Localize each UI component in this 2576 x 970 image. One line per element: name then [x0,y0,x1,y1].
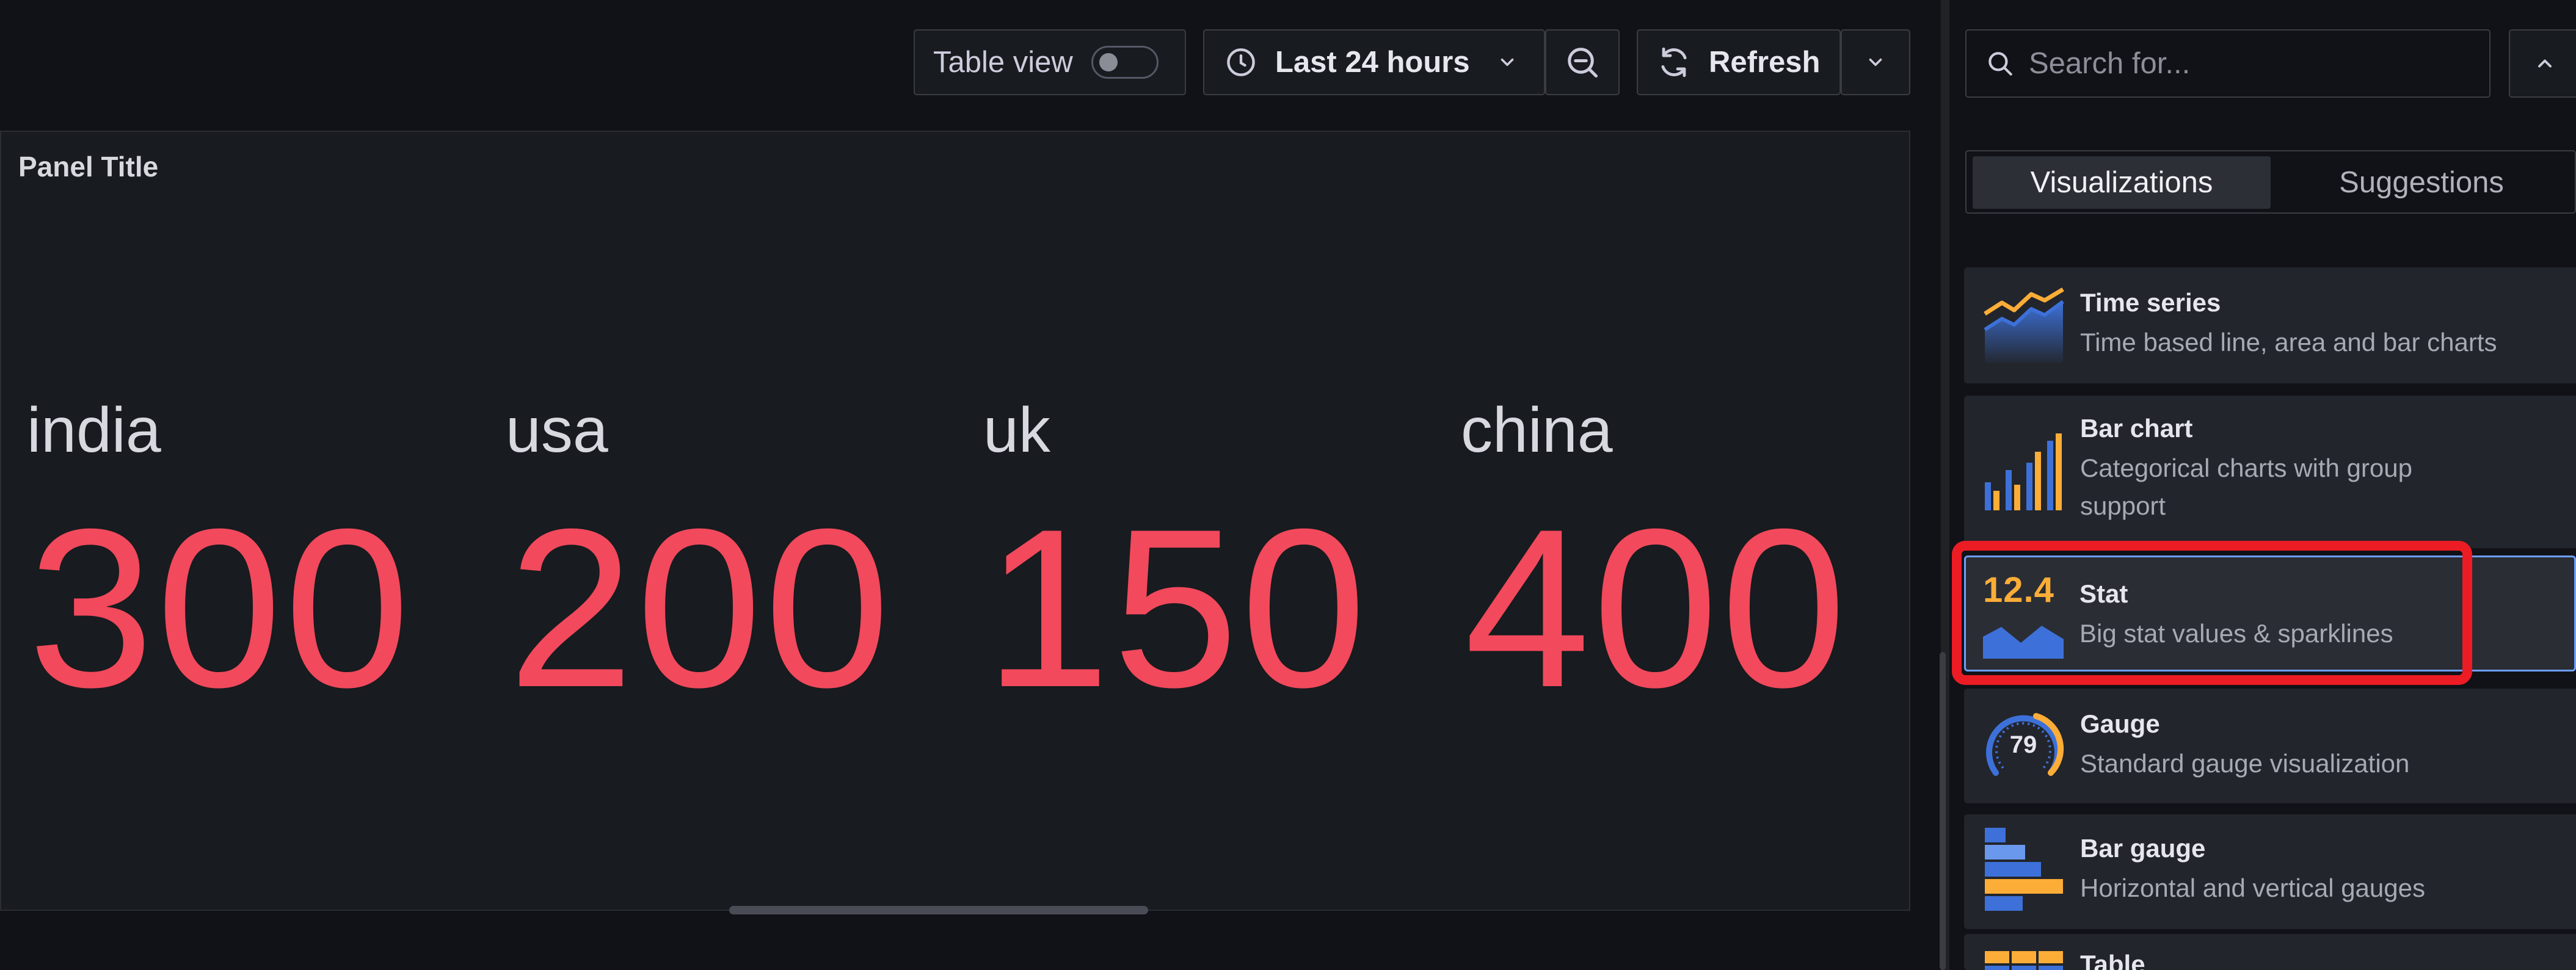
bar-gauge-icon [1985,828,2063,911]
time-range-label: Last 24 hours [1275,46,1470,79]
refresh-button[interactable]: Refresh [1637,29,1841,95]
table-view-toggle[interactable]: Table view [914,29,1186,95]
viz-option-table[interactable]: Table [1964,934,2576,970]
viz-option-bar-chart[interactable]: Bar chart Categorical charts with group … [1964,396,2576,548]
viz-description: support [2080,491,2166,520]
tab-suggestions[interactable]: Suggestions [2272,156,2571,209]
zoom-out-icon [1568,48,1598,78]
viz-tabs: Visualizations Suggestions [1965,150,2576,214]
viz-option-gauge[interactable]: 79 Gauge Standard gauge visualization [1964,689,2576,803]
bar-chart-icon [1985,433,2062,510]
viz-option-bar-gauge[interactable]: Bar gauge Horizontal and vertical gauges [1964,814,2576,929]
zoom-out-button[interactable] [1545,29,1620,95]
stat-value: 400 [1464,482,1849,734]
viz-name: Gauge [2080,709,2160,738]
time-series-icon [1984,287,2064,363]
stat-name: china [1461,395,1613,466]
viz-name: Time series [2080,288,2221,317]
table-icon [1985,951,2063,970]
stat-value: 200 [508,482,893,734]
collapse-pane-button[interactable] [2509,29,2576,98]
viz-name: Table [2080,950,2145,970]
toggle-knob [1099,53,1118,71]
viz-description: Horizontal and vertical gauges [2080,874,2425,902]
viz-option-time-series[interactable]: Time series Time based line, area and ba… [1964,267,2576,383]
search-placeholder: Search for... [2029,47,2191,80]
table-view-label: Table view [933,46,1073,79]
stat-value: 150 [984,482,1369,734]
search-icon [1988,52,2012,76]
chevron-up-icon [2538,59,2552,68]
stat-name: india [27,395,161,466]
gauge-icon-text: 79 [2009,731,2037,758]
search-input[interactable]: Search for... [1965,29,2490,98]
viz-description: Categorical charts with group [2080,454,2412,482]
viz-description: Standard gauge visualization [2080,749,2410,778]
stat-value: 300 [28,482,413,734]
viz-name: Bar chart [2080,414,2193,443]
refresh-label: Refresh [1709,46,1821,79]
stat-name: usa [506,395,608,466]
gauge-icon: 79 [1982,704,2064,786]
chevron-down-icon [1501,58,1513,67]
stat-name: uk [983,395,1050,466]
clock-icon [1227,48,1255,76]
chevron-down-icon [1869,58,1882,67]
panel-title: Panel Title [18,151,159,183]
refresh-icon [1661,47,1687,78]
highlight-annotation [1952,541,2472,685]
toggle-switch[interactable] [1091,46,1159,79]
viz-name: Bar gauge [2080,834,2206,863]
refresh-interval-dropdown[interactable] [1841,29,1910,95]
vertical-scrollbar[interactable] [1940,652,1946,970]
time-range-picker[interactable]: Last 24 hours [1203,29,1545,95]
tab-visualizations[interactable]: Visualizations [1973,156,2271,209]
stat-panel: Panel Title india 300 usa 200 uk 150 chi… [0,131,1910,911]
horizontal-scrollbar[interactable] [729,906,1148,914]
viz-description: Time based line, area and bar charts [2080,328,2497,357]
